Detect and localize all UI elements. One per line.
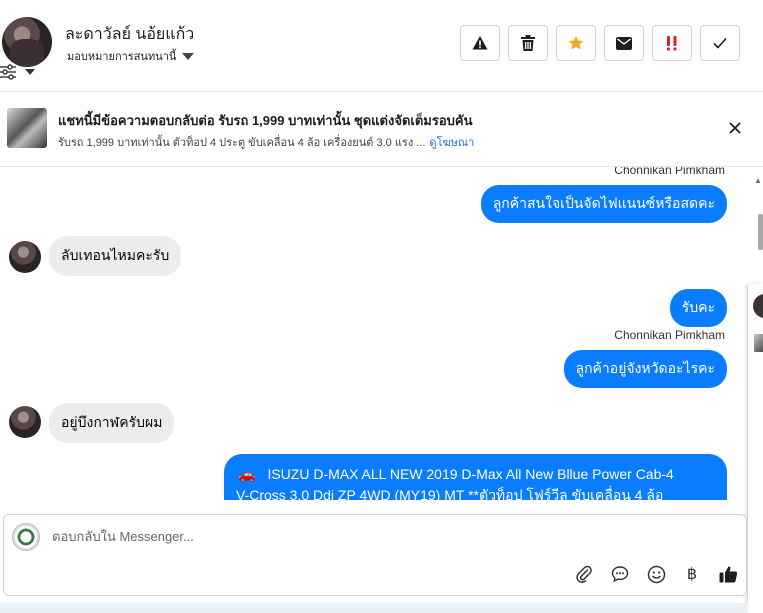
- important-button[interactable]: [652, 25, 692, 61]
- message-line-1: 🚗 ISUZU D-MAX ALL NEW 2019 D-Max All New …: [238, 466, 674, 482]
- ad-title: แชทนี้มีข้อความตอบกลับต่อ รับรถ 1,999 บา…: [58, 113, 473, 128]
- assign-dropdown[interactable]: มอบหมายการสนทนานี้: [67, 47, 195, 65]
- chevron-down-icon: [182, 52, 195, 60]
- filter-caret-icon[interactable]: [25, 69, 35, 75]
- chat-bubble-icon: [611, 566, 629, 583]
- warning-icon: [472, 36, 488, 50]
- car-icon: 🚗: [238, 466, 256, 482]
- bottom-strip: [0, 603, 748, 613]
- like-button[interactable]: [710, 559, 746, 589]
- view-ad-link[interactable]: ดูโฆษณา: [429, 137, 474, 149]
- emoji-icon: [647, 565, 665, 583]
- paperclip-icon: [576, 565, 592, 583]
- star-button[interactable]: [556, 25, 596, 61]
- message-line-2: V-Cross 3.0 Ddi ZP 4WD (MY19) MT **ตัวท็…: [236, 487, 664, 500]
- conversation-header: ละดาวัลย์ นอ้ยแก้ว มอบหมายการสนทนานี้: [0, 0, 763, 90]
- incoming-message[interactable]: ลับเทอนไหมคะรับ: [49, 236, 182, 276]
- outgoing-message[interactable]: ลูกค้าอยู่จังหวัดอะไรคะ: [563, 350, 727, 388]
- assign-label: มอบหมายการสนทนานี้: [67, 51, 177, 63]
- side-preview-panel: [747, 284, 763, 613]
- ad-subtitle: รับรถ 1,999 บาทเท่านั้น ตัวท็อป 4 ประตู …: [58, 133, 474, 151]
- contact-avatar[interactable]: [2, 17, 52, 67]
- reply-input[interactable]: [52, 529, 712, 544]
- ad-thumbnail[interactable]: [7, 108, 47, 148]
- message-thread[interactable]: Chonnikan Pimkham ลูกค้าสนใจเป็นจัดไฟแนน…: [0, 167, 748, 500]
- mail-button[interactable]: [604, 25, 644, 61]
- attach-button[interactable]: [566, 559, 602, 589]
- incoming-message[interactable]: อยู่บึงกาฬครับผม: [49, 403, 175, 443]
- scroll-up-arrow-icon[interactable]: ▲: [754, 176, 762, 185]
- payment-button[interactable]: ฿: [674, 559, 710, 589]
- filter-sliders-icon[interactable]: [0, 64, 16, 80]
- agent-name: Chonnikan Pimkham: [614, 167, 725, 177]
- trash-icon: [521, 35, 535, 51]
- preview-avatar[interactable]: [753, 294, 763, 318]
- agent-name: Chonnikan Pimkham: [614, 328, 725, 342]
- contact-avatar-small: [9, 241, 41, 273]
- page-logo-avatar: [12, 523, 40, 551]
- check-icon: [713, 37, 727, 49]
- double-exclamation-icon: [667, 36, 677, 51]
- star-icon: [568, 35, 584, 50]
- message-composer: ฿: [3, 514, 747, 596]
- header-actions: [460, 25, 740, 61]
- baht-icon: ฿: [686, 566, 698, 583]
- ad-banner: แชทนี้มีข้อความตอบกลับต่อ รับรถ 1,999 บา…: [0, 91, 763, 167]
- contact-avatar-small: [9, 406, 41, 438]
- thumbs-up-icon: [719, 566, 737, 583]
- preview-thumbnail[interactable]: [754, 334, 763, 352]
- done-button[interactable]: [700, 25, 740, 61]
- saved-replies-button[interactable]: [602, 559, 638, 589]
- report-button[interactable]: [460, 25, 500, 61]
- contact-name[interactable]: ละดาวัลย์ นอ้ยแก้ว: [65, 22, 194, 47]
- envelope-icon: [616, 36, 632, 50]
- delete-button[interactable]: [508, 25, 548, 61]
- outgoing-message-long[interactable]: 🚗 ISUZU D-MAX ALL NEW 2019 D-Max All New …: [224, 454, 727, 500]
- emoji-button[interactable]: [638, 559, 674, 589]
- outgoing-message[interactable]: รับคะ: [669, 289, 727, 327]
- scrollbar-thumb[interactable]: [758, 214, 763, 250]
- outgoing-message[interactable]: ลูกค้าสนใจเป็นจัดไฟแนนซ์หรือสดคะ: [480, 185, 727, 223]
- close-icon[interactable]: [727, 120, 743, 136]
- composer-tools: ฿: [566, 559, 746, 589]
- ad-description: รับรถ 1,999 บาทเท่านั้น ตัวท็อป 4 ประตู …: [58, 137, 426, 149]
